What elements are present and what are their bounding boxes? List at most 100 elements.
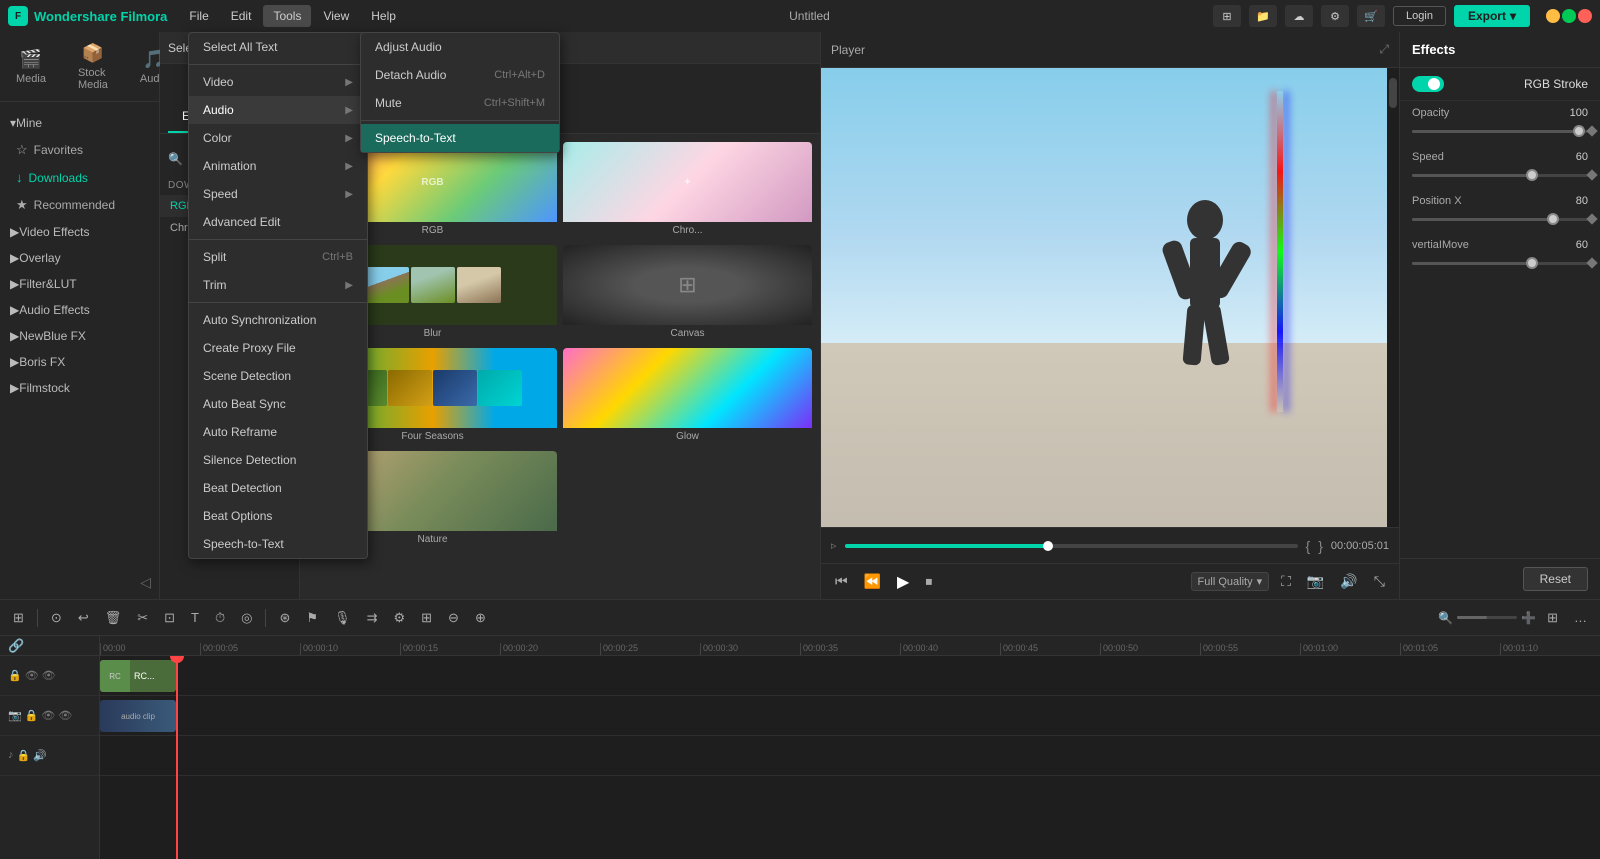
icon-btn-5[interactable]: 🛒	[1357, 5, 1385, 27]
icon-btn-4[interactable]: ⚙	[1321, 5, 1349, 27]
tab-templates[interactable]: Templates	[304, 101, 387, 133]
btn-fullscreen[interactable]: ⛶	[1277, 571, 1295, 592]
tl-btn-timer[interactable]: ⏱	[210, 607, 230, 629]
sidebar-item-newblue[interactable]: ▶ NewBlue FX	[0, 323, 159, 349]
position-x-thumb[interactable]	[1547, 213, 1559, 225]
vertical-move-thumb[interactable]	[1526, 257, 1538, 269]
list-item-rgb[interactable]: RGB	[160, 195, 299, 217]
timeline-playhead[interactable]	[176, 656, 178, 859]
sidebar-item-boris[interactable]: ▶ Boris FX	[0, 349, 159, 375]
tl-track2-cam[interactable]: 📷	[8, 709, 22, 722]
search-input[interactable]	[189, 148, 300, 170]
tl-btn-flag[interactable]: ⚑	[301, 607, 323, 629]
tl-btn-grid[interactable]: ⊞	[8, 607, 29, 629]
menu-tools[interactable]: Tools	[263, 5, 311, 27]
media-item-chroma[interactable]: ✦ Chro...	[563, 142, 812, 239]
menu-file[interactable]: File	[179, 5, 218, 27]
media-item-canvas[interactable]: ⊞ Canvas	[563, 245, 812, 342]
track-clip-2[interactable]: audio clip	[100, 700, 176, 732]
menu-help[interactable]: Help	[361, 5, 406, 27]
zoom-out-icon[interactable]: 🔍	[1438, 611, 1453, 625]
menu-view[interactable]: View	[313, 5, 359, 27]
tl-link-icon[interactable]: 🔗	[8, 638, 24, 654]
sidebar-item-downloads[interactable]: ↓ Downloads	[0, 164, 159, 191]
speed-thumb[interactable]	[1526, 169, 1538, 181]
tl-track3-lock[interactable]: 🔒	[17, 749, 31, 762]
position-x-slider[interactable]	[1412, 211, 1588, 227]
btn-screenshot[interactable]: 📷	[1303, 571, 1328, 592]
player-scrollbar[interactable]	[1387, 68, 1399, 527]
tl-btn-delete[interactable]: 🗑	[100, 607, 127, 629]
btn-play[interactable]: ▶	[893, 570, 913, 594]
player-bracket-in[interactable]: {	[1306, 538, 1311, 554]
tl-btn-extra[interactable]: …	[1569, 607, 1592, 628]
tl-track2-eye2[interactable]: 👁	[58, 709, 72, 722]
zoom-track[interactable]	[1457, 616, 1517, 619]
btn-more[interactable]: ⤡	[1370, 571, 1389, 592]
tl-btn-multi[interactable]: ⊞	[416, 607, 437, 629]
tl-btn-magnet[interactable]: ⊙	[46, 607, 67, 629]
login-button[interactable]: Login	[1393, 6, 1446, 26]
tl-btn-crop[interactable]: ⊡	[159, 607, 180, 629]
media-item-extra1[interactable]: Glow	[563, 348, 812, 445]
btn-skip-back[interactable]: ⏮	[831, 571, 852, 592]
tl-btn-text[interactable]: T	[186, 607, 204, 628]
tl-track2-eye[interactable]: 👁	[41, 709, 55, 722]
maximize-button[interactable]	[1562, 9, 1576, 23]
sidebar-item-overlay[interactable]: ▶ Overlay	[0, 245, 159, 271]
icon-btn-1[interactable]: ⊞	[1213, 5, 1241, 27]
media-item-seasons[interactable]: Four Seasons	[308, 348, 557, 445]
sidebar-collapse-btn[interactable]: ◁	[0, 566, 159, 599]
export-button[interactable]: Export ▾	[1454, 5, 1530, 27]
close-button[interactable]	[1578, 9, 1592, 23]
tl-track3-music[interactable]: ♪	[8, 749, 14, 762]
tl-btn-gear[interactable]: ⚙	[388, 607, 410, 629]
player-progress[interactable]	[845, 544, 1298, 548]
btn-volume[interactable]: 🔊	[1336, 571, 1361, 592]
zoom-in-icon[interactable]: ➕	[1521, 611, 1536, 625]
tl-track2-lock[interactable]: 🔒	[25, 709, 39, 722]
tl-btn-cut[interactable]: ✂	[132, 607, 153, 629]
tab-markers[interactable]: Markers	[232, 101, 303, 133]
reset-button[interactable]: Reset	[1523, 567, 1588, 591]
tl-track1-eye[interactable]: 👁	[25, 669, 39, 682]
tab-stock[interactable]: 📦 Stock Media	[70, 37, 116, 97]
sidebar-item-filmstock[interactable]: ▶ Filmstock	[0, 375, 159, 401]
btn-stop[interactable]: ⏹	[921, 571, 936, 592]
player-bracket-out[interactable]: }	[1318, 538, 1323, 554]
icon-btn-2[interactable]: 📁	[1249, 5, 1277, 27]
media-item-rgb[interactable]: RGB RGB	[308, 142, 557, 239]
tl-btn-minus[interactable]: ⊖	[443, 607, 464, 629]
media-item-blur[interactable]: Blur	[308, 245, 557, 342]
tl-btn-arrow[interactable]: ⇉	[362, 607, 383, 629]
track-clip-1[interactable]: RC RC...	[100, 660, 176, 692]
tl-track1-eye2[interactable]: 👁	[42, 669, 56, 682]
tl-btn-circle2[interactable]: ⊛	[274, 607, 295, 629]
sidebar-item-audio-effects[interactable]: ▶ Audio Effects	[0, 297, 159, 323]
minimize-button[interactable]	[1546, 9, 1560, 23]
media-item-extra2[interactable]: Nature	[308, 451, 557, 548]
sidebar-item-mine[interactable]: ▾ Mine	[0, 110, 159, 136]
icon-btn-3[interactable]: ☁	[1285, 5, 1313, 27]
sidebar-item-video-effects[interactable]: ▶ Video Effects	[0, 219, 159, 245]
tl-btn-more[interactable]: ⊞	[1542, 607, 1563, 629]
tl-btn-undo[interactable]: ↩	[73, 607, 94, 629]
tl-track3-vol[interactable]: 🔊	[33, 749, 47, 762]
tab-media[interactable]: 🎬 Media	[8, 43, 54, 91]
sidebar-item-recommended[interactable]: ★ Recommended	[0, 191, 159, 219]
vertical-move-slider[interactable]	[1412, 255, 1588, 271]
speed-slider[interactable]	[1412, 167, 1588, 183]
tl-btn-split2[interactable]: ⊕	[470, 607, 491, 629]
player-expand-icon[interactable]: ⤢	[1379, 42, 1389, 57]
tl-btn-circle[interactable]: ◎	[236, 607, 257, 629]
tl-btn-mic[interactable]: 🎙	[329, 607, 356, 629]
tl-track1-lock[interactable]: 🔒	[8, 669, 22, 682]
quality-selector[interactable]: Full Quality ▾	[1191, 572, 1270, 591]
rgb-stroke-toggle[interactable]	[1412, 76, 1444, 92]
sidebar-item-favorites[interactable]: ☆ Favorites	[0, 136, 159, 164]
opacity-thumb[interactable]	[1573, 125, 1585, 137]
tab-effects[interactable]: Effects	[168, 101, 232, 133]
menu-edit[interactable]: Edit	[221, 5, 262, 27]
list-item-chroma[interactable]: Chro...	[160, 217, 299, 239]
sidebar-item-filter-lut[interactable]: ▶ Filter&LUT	[0, 271, 159, 297]
